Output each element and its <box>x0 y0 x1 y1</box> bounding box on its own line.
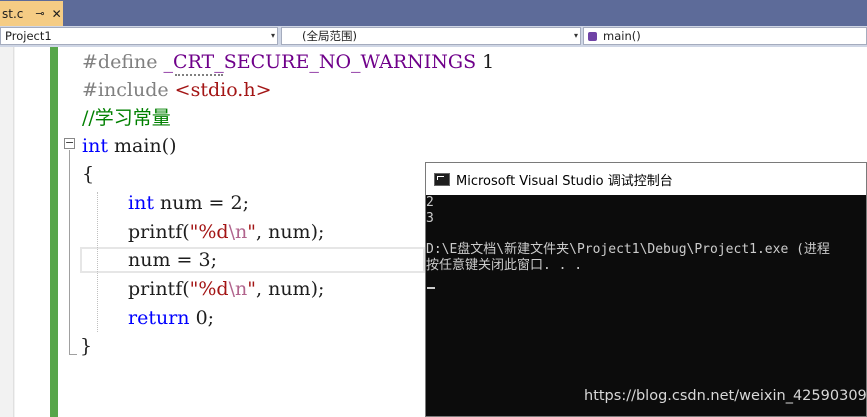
console-output[interactable]: 2 3 D:\E盘文档\新建文件夹\Project1\Debug\Project… <box>426 195 866 416</box>
code-line-printf-2[interactable]: printf("%d\n", num); <box>128 275 324 303</box>
include-header: <stdio.h> <box>174 79 272 101</box>
open-brace: { <box>82 163 95 185</box>
console-line: D:\E盘文档\新建文件夹\Project1\Debug\Project1.ex… <box>426 242 830 257</box>
printf-call: printf( <box>128 221 190 243</box>
macro-name: _CRT_SECURE_NO_WARNINGS <box>163 51 477 73</box>
escape-sequence: \n <box>228 221 248 243</box>
method-cube-icon <box>588 31 597 41</box>
document-tab-source-file[interactable]: st.c ⊸ ✕ <box>0 1 63 26</box>
collapse-icon[interactable]: − <box>64 137 75 149</box>
console-title-bar[interactable]: Microsoft Visual Studio 调试控制台 <box>426 163 866 195</box>
console-app-icon <box>434 172 450 186</box>
chevron-down-icon: ▾ <box>270 31 275 40</box>
project-dropdown[interactable]: Project1 ▾ <box>0 27 278 45</box>
member-dropdown-value: main() <box>603 29 641 43</box>
fold-guide <box>69 150 70 355</box>
console-title: Microsoft Visual Studio 调试控制台 <box>456 173 673 189</box>
keyword-int: int <box>82 135 108 157</box>
printf-args: , num); <box>256 221 325 243</box>
comment-text: //学习常量 <box>82 107 171 129</box>
code-line-assign-num[interactable]: num = 3; <box>128 246 217 274</box>
declaration-rest: num = 2; <box>153 192 249 214</box>
member-dropdown[interactable]: main() <box>583 27 867 45</box>
assignment-text: num = 3; <box>128 249 217 271</box>
scope-dropdown-value: (全局范围) <box>302 29 357 43</box>
code-line-open-brace[interactable]: { <box>82 160 94 188</box>
project-dropdown-value: Project1 <box>5 29 52 43</box>
fold-guide-end <box>69 354 77 355</box>
navigation-bar: Project1 ▾ (全局范围) ▾ main() <box>0 26 867 48</box>
code-line-define[interactable]: #define _CRT_SECURE_NO_WARNINGS 1 <box>82 48 494 76</box>
printf-args: , num); <box>256 278 325 300</box>
format-string: "%d <box>189 221 229 243</box>
chevron-down-icon: ▾ <box>573 31 578 40</box>
watermark-text: https://blog.csdn.net/weixin_42590309 <box>584 388 867 404</box>
code-line-return[interactable]: return 0; <box>128 304 214 332</box>
macro-value: 1 <box>476 51 495 73</box>
gutter-divider <box>13 47 14 417</box>
keyword-int: int <box>128 192 154 214</box>
scope-dropdown[interactable]: (全局范围) ▾ <box>281 27 581 45</box>
preprocessor-keyword: #include <box>82 79 169 101</box>
debug-console-window[interactable]: Microsoft Visual Studio 调试控制台 2 3 D:\E盘文… <box>425 162 867 417</box>
code-line-main[interactable]: int main() <box>82 132 176 160</box>
console-line: 按任意键关闭此窗口. . . <box>426 258 583 273</box>
tab-label: st.c <box>2 6 24 21</box>
close-brace: } <box>80 335 93 357</box>
format-string-end: " <box>247 278 256 300</box>
code-line-include[interactable]: #include <stdio.h> <box>82 76 272 104</box>
escape-sequence: \n <box>228 278 248 300</box>
preprocessor-keyword: #define <box>82 51 158 73</box>
printf-call: printf( <box>128 278 190 300</box>
keyword-return: return <box>128 307 190 329</box>
pin-icon[interactable]: ⊸ <box>35 7 44 20</box>
console-line: 3 <box>426 211 434 226</box>
format-string-end: " <box>247 221 256 243</box>
saved-changes-bar <box>50 47 58 417</box>
return-value: 0; <box>189 307 215 329</box>
code-line-declare-num[interactable]: int num = 2; <box>128 189 249 217</box>
close-icon[interactable]: ✕ <box>52 7 62 21</box>
code-line-comment[interactable]: //学习常量 <box>82 104 171 132</box>
document-tab-strip: st.c ⊸ ✕ <box>0 0 867 26</box>
code-line-close-brace[interactable]: } <box>80 332 92 360</box>
format-string: "%d <box>189 278 229 300</box>
code-line-printf-1[interactable]: printf("%d\n", num); <box>128 218 324 246</box>
console-cursor <box>427 287 435 289</box>
console-line: 2 <box>426 195 434 210</box>
indent-guide <box>97 192 98 332</box>
main-signature: main() <box>107 135 177 157</box>
